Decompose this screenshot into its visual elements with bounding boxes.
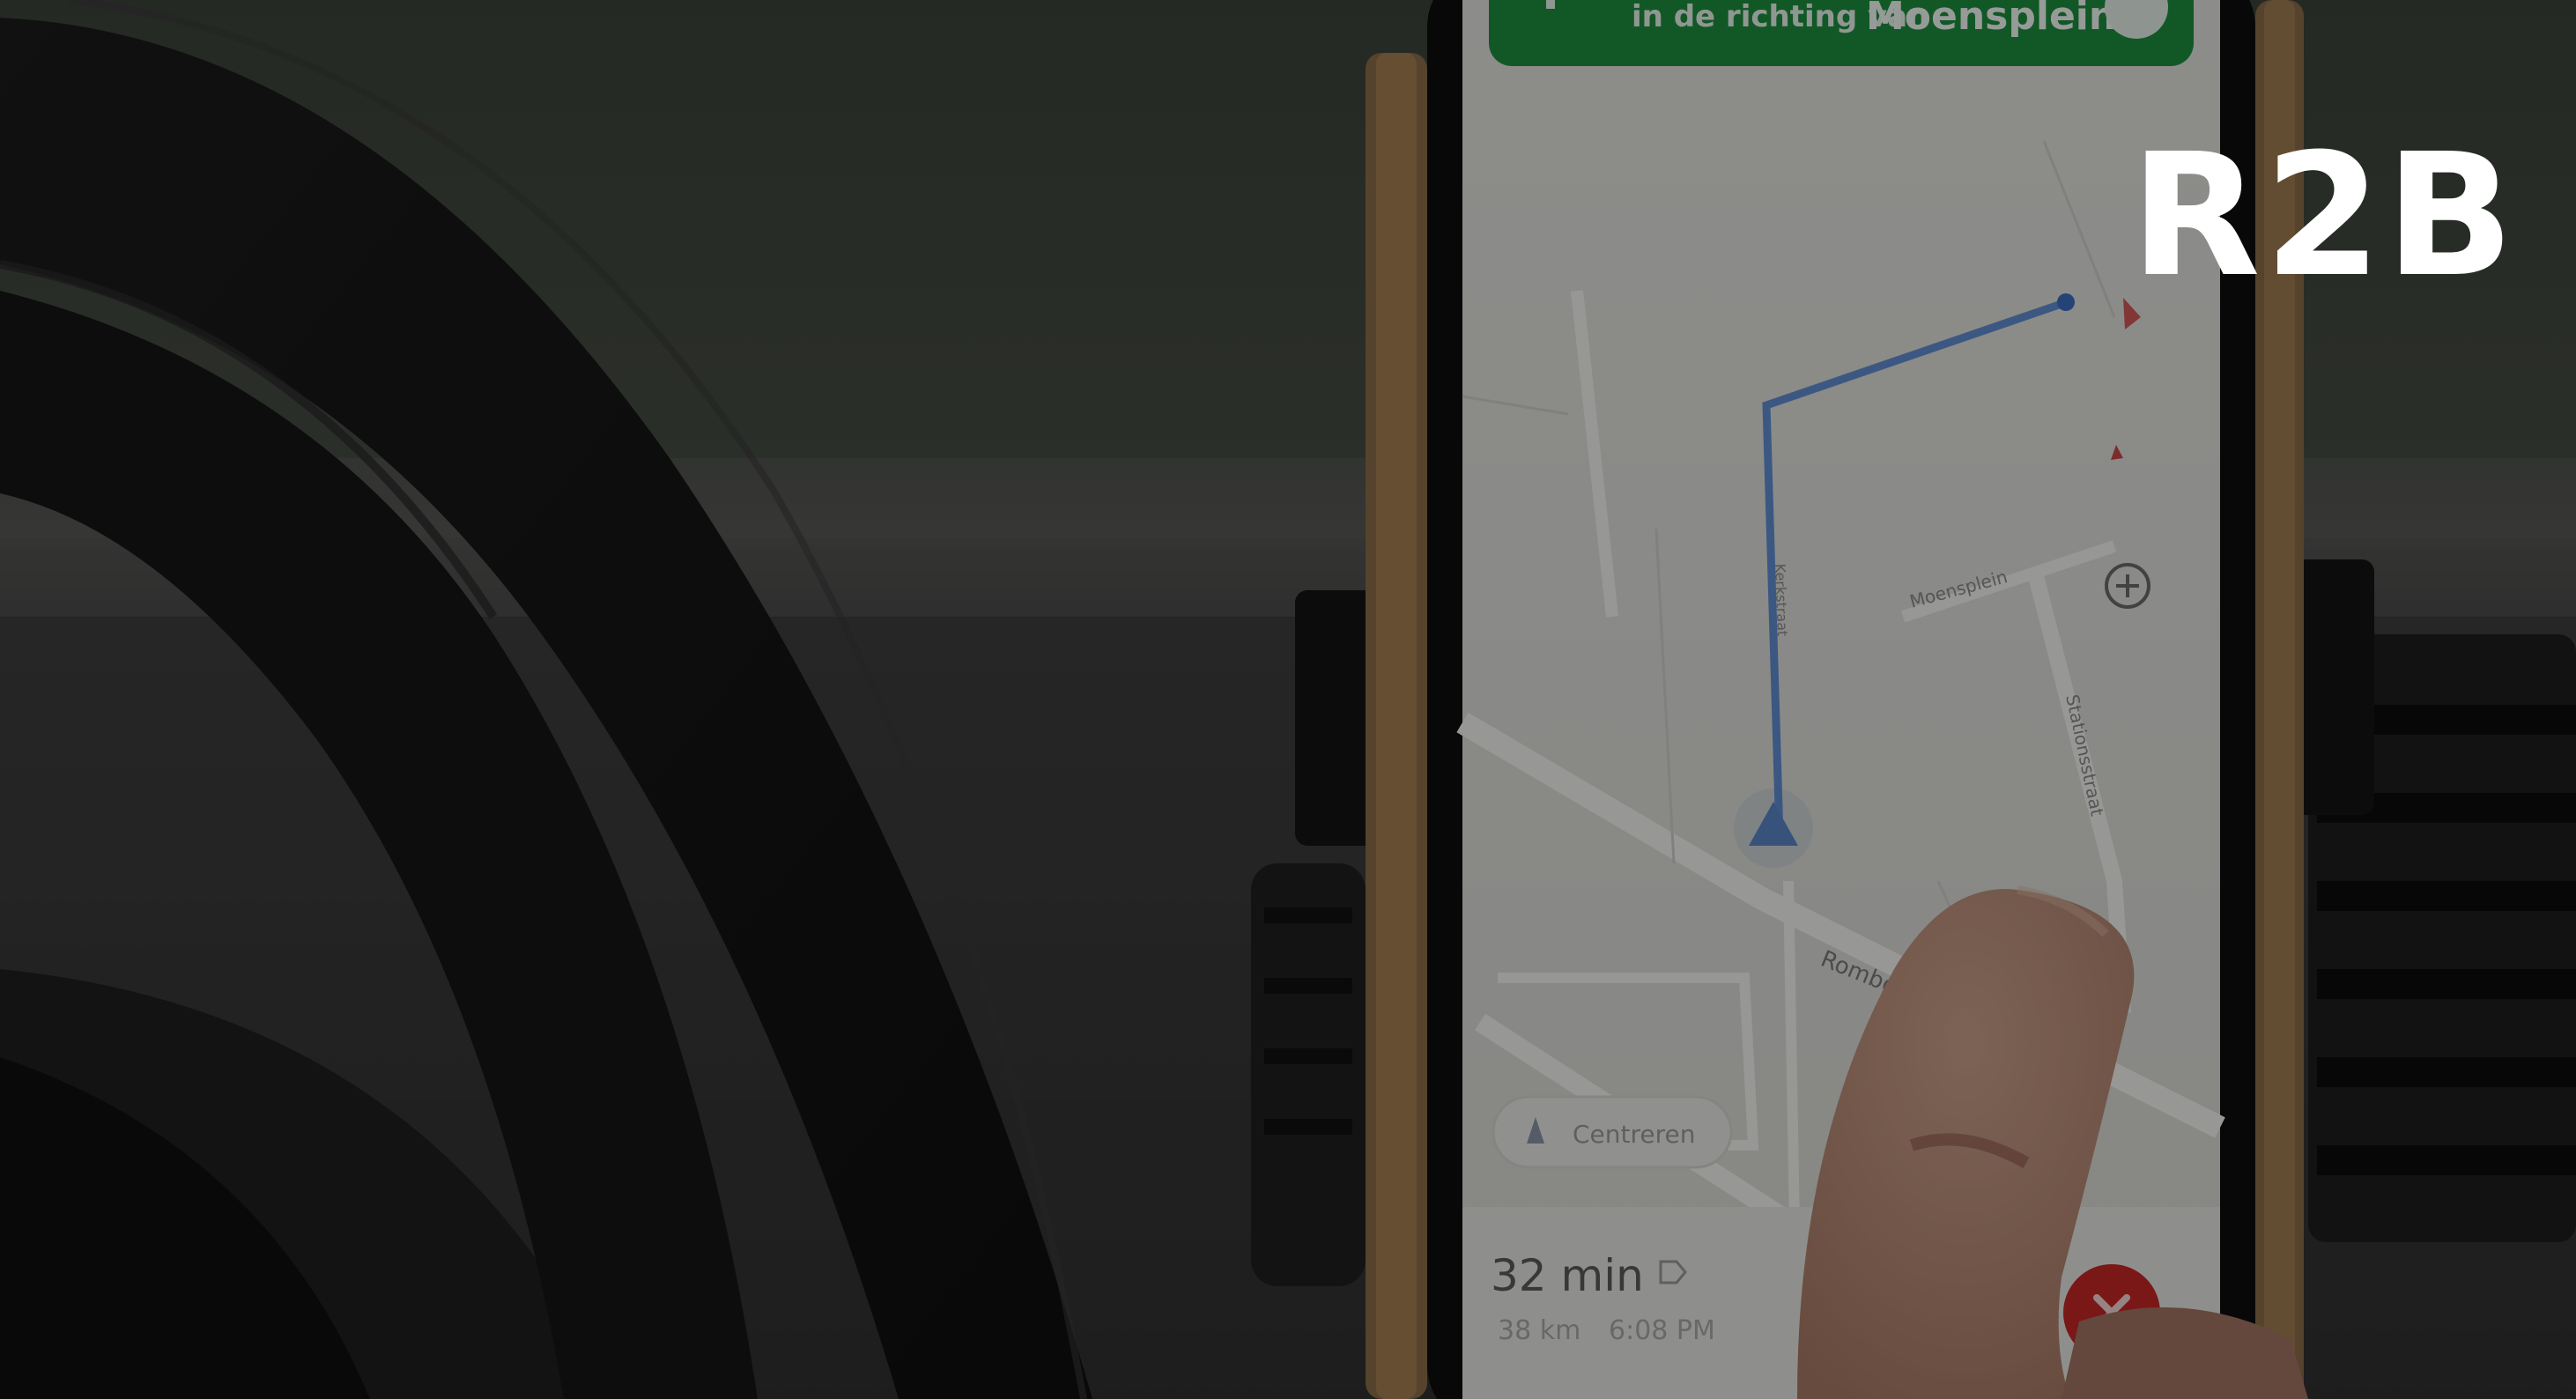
brand-logo: R2B [2130,118,2518,315]
